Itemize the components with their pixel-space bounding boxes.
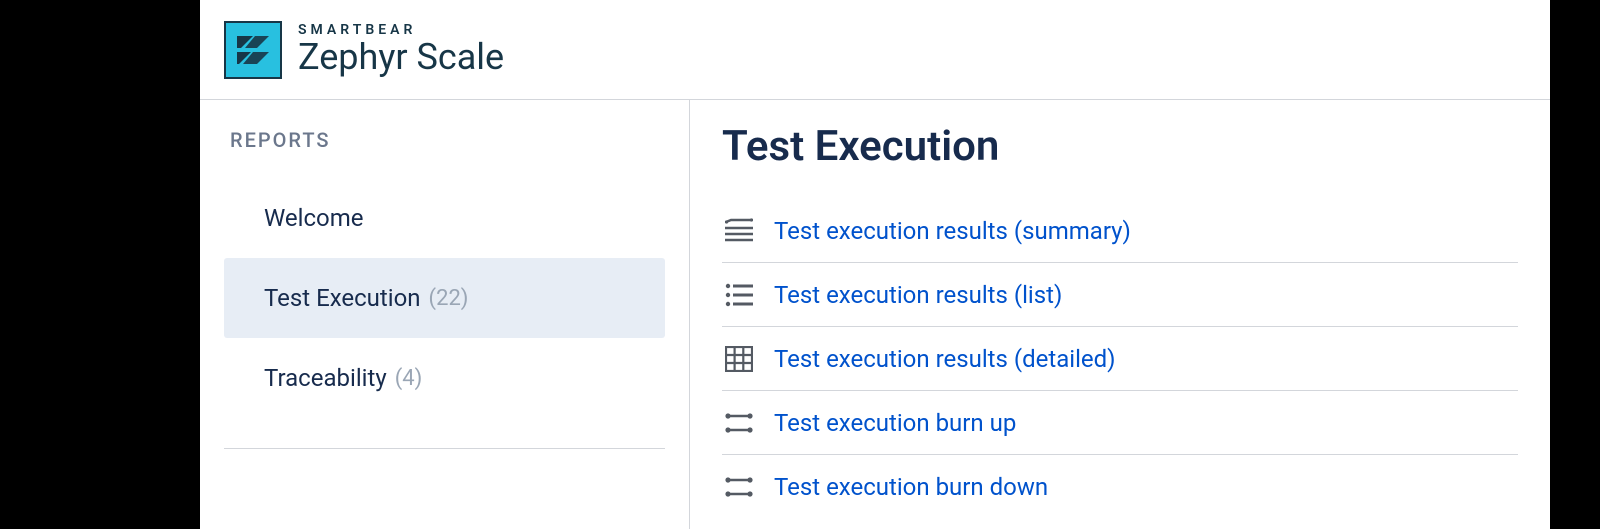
brand-title: Zephyr Scale xyxy=(298,38,504,78)
sidebar-item-test-execution[interactable]: Test Execution (22) xyxy=(224,258,665,338)
report-item-burn-down[interactable]: Test execution burn down xyxy=(722,455,1518,519)
report-item-detailed[interactable]: Test execution results (detailed) xyxy=(722,327,1518,391)
sidebar-item-count: (4) xyxy=(395,366,423,391)
burn-up-icon xyxy=(724,408,754,438)
sidebar-list: Welcome Test Execution (22) Traceability… xyxy=(224,178,665,449)
sidebar-item-welcome[interactable]: Welcome xyxy=(224,178,665,258)
burn-down-icon xyxy=(724,472,754,502)
report-item-summary[interactable]: Test execution results (summary) xyxy=(722,199,1518,263)
брand-logo-icon xyxy=(224,21,282,79)
chart-summary-icon xyxy=(724,216,754,246)
sidebar-title: REPORTS xyxy=(224,128,665,152)
sidebar-item-label: Traceability xyxy=(264,364,387,392)
report-item-burn-up[interactable]: Test execution burn up xyxy=(722,391,1518,455)
sidebar: REPORTS Welcome Test Execution (22) Trac… xyxy=(200,100,690,529)
list-icon xyxy=(724,280,754,310)
main-content: Test Execution Test execution resul xyxy=(690,100,1550,529)
sidebar-item-count: (22) xyxy=(429,286,469,311)
sidebar-item-label: Test Execution xyxy=(264,284,421,312)
report-list: Test execution results (summary) xyxy=(722,199,1518,519)
report-item-label: Test execution results (detailed) xyxy=(774,345,1116,373)
report-item-list[interactable]: Test execution results (list) xyxy=(722,263,1518,327)
sidebar-item-traceability[interactable]: Traceability (4) xyxy=(224,338,665,418)
report-item-label: Test execution burn up xyxy=(774,409,1016,437)
sidebar-item-label: Welcome xyxy=(264,204,364,232)
brand-text: SMARTBEAR Zephyr Scale xyxy=(298,22,504,78)
report-item-label: Test execution results (summary) xyxy=(774,217,1131,245)
report-item-label: Test execution results (list) xyxy=(774,281,1062,309)
grid-icon xyxy=(724,344,754,374)
header: SMARTBEAR Zephyr Scale xyxy=(200,0,1550,100)
report-item-label: Test execution burn down xyxy=(774,473,1048,501)
page-title: Test Execution xyxy=(722,122,1518,171)
